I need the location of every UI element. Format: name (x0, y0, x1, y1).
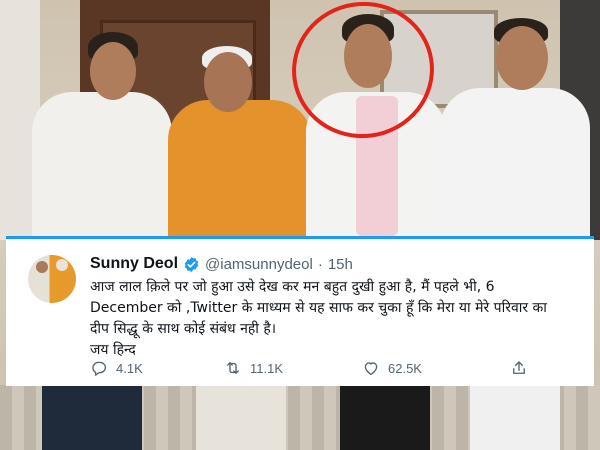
retweet-count: 11.1K (250, 360, 284, 376)
tweet-text: आज लाल क़िले पर जो हुआ उसे देख कर मन बहु… (90, 277, 590, 361)
reply-icon (92, 361, 107, 376)
separator-dot: · (317, 255, 323, 273)
tweet-text-line: December को ,Twitter के माध्यम से यह साफ… (90, 300, 547, 316)
tweet-card[interactable]: Sunny Deol @iamsunnydeol · 15h आज लाल क़… (6, 236, 594, 386)
author-handle[interactable]: @iamsunnydeol (205, 256, 313, 273)
tweet-timestamp[interactable]: 15h (328, 256, 353, 273)
tweet-header: Sunny Deol @iamsunnydeol · 15h (90, 253, 353, 275)
like-count: 62.5K (388, 360, 422, 376)
reply-count: 4.1K (116, 360, 143, 376)
retweet-button[interactable]: 11.1K (224, 359, 283, 377)
tweet-actions: 4.1K 11.1K 62.5K (90, 359, 570, 381)
reply-button[interactable]: 4.1K (90, 359, 143, 377)
retweet-icon (227, 362, 239, 374)
share-icon (513, 361, 525, 374)
share-button[interactable] (510, 359, 536, 377)
author-name[interactable]: Sunny Deol (90, 255, 178, 273)
like-icon (364, 362, 378, 376)
tweet-text-line: दीप सिद्धू के साथ कोई संबंध नही है। (90, 321, 277, 337)
tweet-text-line: आज लाल क़िले पर जो हुआ उसे देख कर मन बहु… (90, 279, 495, 295)
avatar[interactable] (28, 255, 76, 303)
tweet-text-line: जय हिन्द (90, 342, 136, 358)
like-button[interactable]: 62.5K (362, 359, 422, 377)
verified-badge-icon (184, 256, 199, 272)
